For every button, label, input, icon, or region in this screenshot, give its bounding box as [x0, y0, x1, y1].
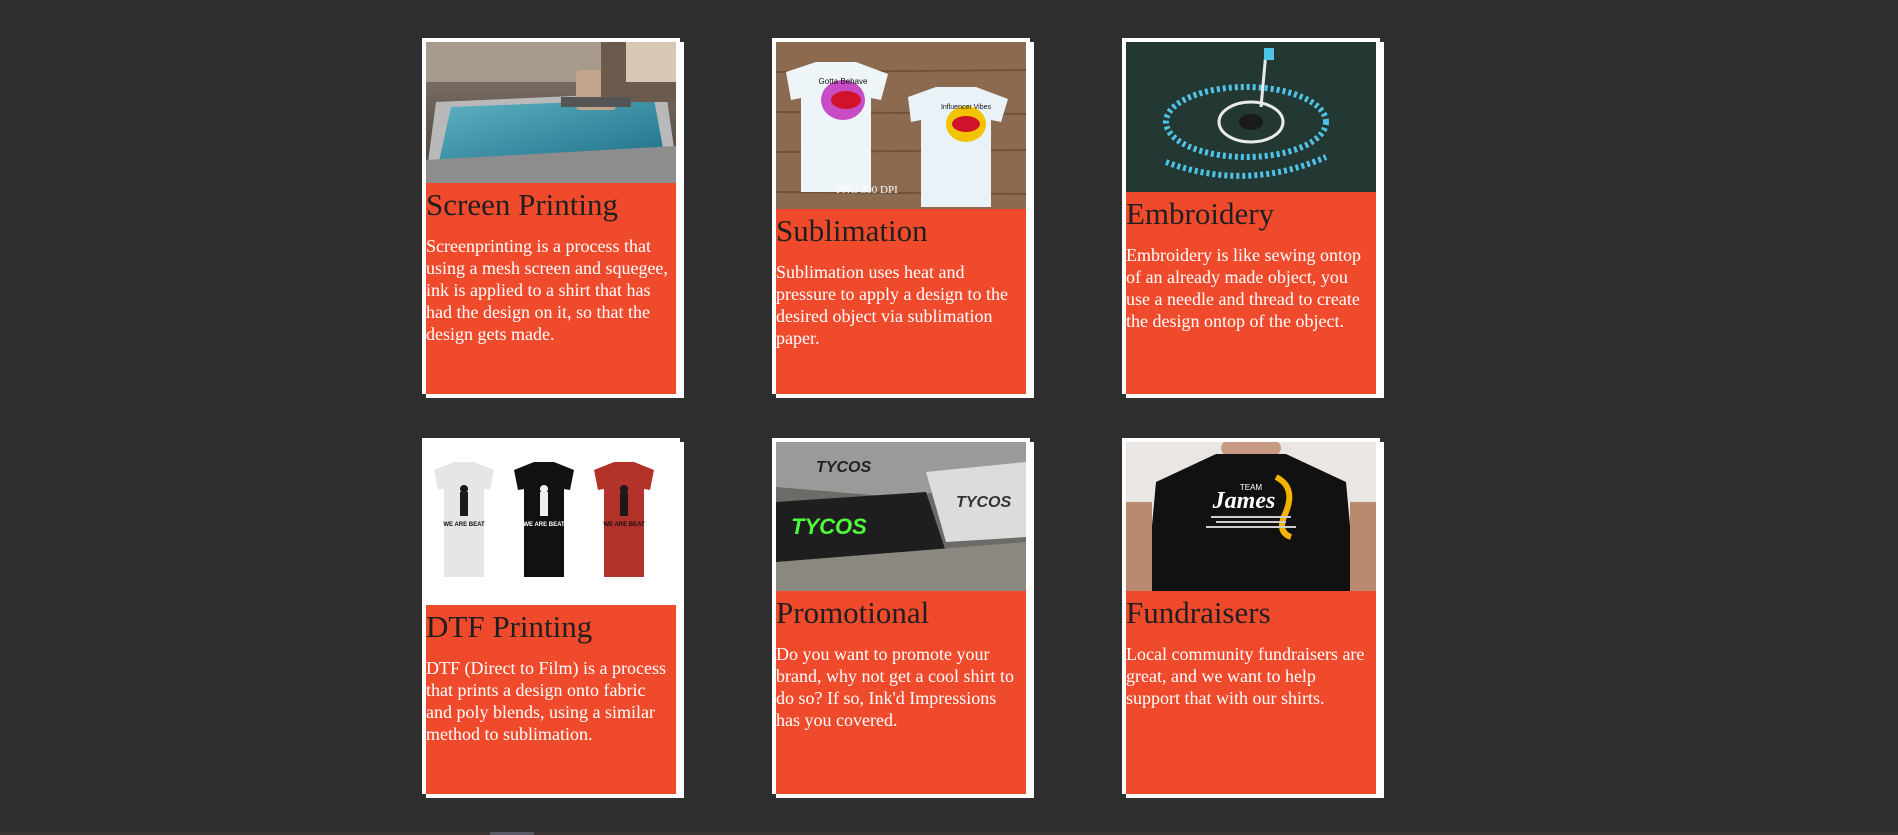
- shirt-text-white: WE ARE BEAT: [443, 522, 485, 528]
- card-body: WE ARE BEAT WE ARE BEAT WE ARE BEAT DTF …: [426, 442, 676, 794]
- card-title: Promotional: [776, 595, 930, 630]
- service-card-screen-printing[interactable]: Screen Printing Screenprinting is a proc…: [422, 38, 684, 398]
- card-description: Embroidery is like sewing ontop of an al…: [1126, 245, 1361, 331]
- card-description: Screenprinting is a process that using a…: [426, 236, 668, 344]
- screen-printing-image: [426, 42, 676, 183]
- card-body: Gotta Behave Influencer Vibes PNG 300 DP…: [776, 42, 1026, 394]
- image-caption: PNG 300 DPI: [836, 184, 898, 196]
- card-description: Do you want to promote your brand, why n…: [776, 644, 1014, 730]
- service-card-promotional[interactable]: TYCOS TYCOS TYCOS Promotional Do you wan…: [772, 438, 1034, 798]
- embroidery-image: [1126, 42, 1376, 192]
- card-body: TEAM James Fundraisers Local community f…: [1126, 442, 1376, 794]
- shirt-text-red: WE ARE BEAT: [603, 522, 645, 528]
- card-description: DTF (Direct to Film) is a process that p…: [426, 658, 666, 744]
- service-card-sublimation[interactable]: Gotta Behave Influencer Vibes PNG 300 DP…: [772, 38, 1034, 398]
- card-title: DTF Printing: [426, 609, 593, 644]
- shirt-text-left: Gotta Behave: [819, 77, 868, 86]
- shirt-text-right: Influencer Vibes: [941, 104, 992, 111]
- shirt-text-name: James: [1212, 488, 1276, 514]
- card-description: Local community fundraisers are great, a…: [1126, 644, 1365, 708]
- service-card-embroidery[interactable]: Embroidery Embroidery is like sewing ont…: [1122, 38, 1384, 398]
- card-title: Screen Printing: [426, 187, 618, 222]
- service-card-fundraisers[interactable]: TEAM James Fundraisers Local community f…: [1122, 438, 1384, 798]
- card-title: Embroidery: [1126, 196, 1275, 231]
- brand-text-green: TYCOS: [791, 514, 867, 539]
- card-body: Screen Printing Screenprinting is a proc…: [426, 42, 676, 394]
- brand-text-white: TYCOS: [956, 494, 1011, 511]
- card-title: Fundraisers: [1126, 595, 1271, 630]
- dtf-printing-image: WE ARE BEAT WE ARE BEAT WE ARE BEAT: [426, 442, 676, 605]
- shirt-text-black: WE ARE BEAT: [523, 522, 565, 528]
- brand-text-top: TYCOS: [816, 459, 871, 476]
- fundraisers-image: TEAM James: [1126, 442, 1376, 591]
- card-body: Embroidery Embroidery is like sewing ont…: [1126, 42, 1376, 394]
- card-description: Sublimation uses heat and pressure to ap…: [776, 262, 1008, 348]
- service-card-dtf-printing[interactable]: WE ARE BEAT WE ARE BEAT WE ARE BEAT DTF …: [422, 438, 684, 798]
- card-body: TYCOS TYCOS TYCOS Promotional Do you wan…: [776, 442, 1026, 794]
- card-title: Sublimation: [776, 213, 928, 248]
- sublimation-image: Gotta Behave Influencer Vibes PNG 300 DP…: [776, 42, 1026, 209]
- promotional-image: TYCOS TYCOS TYCOS: [776, 442, 1026, 591]
